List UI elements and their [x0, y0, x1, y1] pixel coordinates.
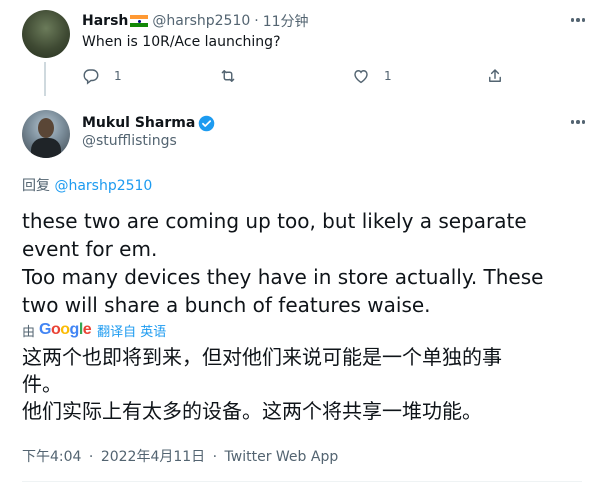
tweet-text: When is 10R/Ace launching?: [82, 34, 281, 50]
thread-line: [44, 62, 46, 96]
tweet-text: these two are coming up too, but likely …: [22, 207, 582, 319]
india-flag-icon: [130, 15, 149, 27]
translated-text-line: 他们实际上有太多的设备。这两个将共享一堆功能。: [22, 399, 482, 423]
heart-icon: [354, 70, 368, 84]
tweet-thread: Harsh @harshp2510 · 11分钟 When is 10R/Ace…: [0, 0, 604, 483]
reply-header: Harsh @harshp2510 · 11分钟: [82, 11, 309, 31]
translated-text-line: 件。: [22, 372, 62, 396]
replying-label: 回复: [22, 178, 50, 194]
user-handle[interactable]: @stufflistings: [82, 133, 177, 149]
main-tweet-header: Mukul Sharma: [82, 113, 215, 133]
tweet-actions: 1 1: [82, 66, 502, 86]
translation-attribution: 由 Google 翻译自 英语: [22, 321, 166, 340]
tweet-text-line: Too many devices they have in store actu…: [22, 265, 544, 289]
tweet-text-line: event for em.: [22, 237, 158, 261]
reply-icon: [83, 69, 99, 85]
user-handle[interactable]: @harshp2510: [152, 13, 250, 29]
like-count: 1: [384, 69, 392, 83]
display-name[interactable]: Harsh: [82, 13, 128, 29]
translated-text-line: 这两个也即将到来，但对他们来说可能是一个单独的事: [22, 345, 502, 369]
tweet-text-line: two will share a bunch of features waise…: [22, 293, 431, 317]
separator-dot: ·: [254, 13, 259, 29]
retweet-button[interactable]: [219, 66, 237, 86]
reply-count: 1: [114, 69, 122, 83]
replying-to: 回复 @harshp2510: [22, 175, 152, 195]
reply-button[interactable]: 1: [82, 66, 122, 86]
separator-dot: ·: [212, 449, 218, 465]
avatar[interactable]: [22, 110, 70, 158]
divider: [22, 481, 582, 482]
tweet-metadata: 下午4:04 · 2022年4月11日 · Twitter Web App: [22, 446, 338, 466]
replying-to-link[interactable]: @harshp2510: [54, 178, 152, 194]
like-button[interactable]: 1: [352, 66, 392, 86]
translated-text: 这两个也即将到来，但对他们来说可能是一个单独的事 件。 他们实际上有太多的设备。…: [22, 344, 582, 425]
tweet-text-line: these two are coming up too, but likely …: [22, 209, 527, 233]
translated-from-link[interactable]: 翻译自 英语: [97, 321, 166, 340]
verified-badge-icon: [199, 115, 215, 131]
google-logo[interactable]: Google: [39, 321, 92, 339]
tweet-timestamp[interactable]: 下午4:04: [22, 449, 81, 465]
separator-dot: ·: [88, 449, 94, 465]
more-options-icon[interactable]: [567, 12, 589, 28]
tweet-time[interactable]: 11分钟: [263, 11, 309, 31]
share-button[interactable]: [486, 66, 504, 86]
more-options-icon[interactable]: [567, 114, 589, 130]
retweet-icon: [221, 70, 235, 82]
translated-by-label: 由: [22, 324, 36, 340]
share-icon: [489, 69, 501, 82]
reply-tweet[interactable]: Harsh @harshp2510 · 11分钟 When is 10R/Ace…: [0, 0, 604, 101]
avatar[interactable]: [22, 10, 70, 58]
tweet-date[interactable]: 2022年4月11日: [101, 449, 205, 465]
tweet-source[interactable]: Twitter Web App: [225, 449, 339, 465]
display-name[interactable]: Mukul Sharma: [82, 115, 195, 131]
